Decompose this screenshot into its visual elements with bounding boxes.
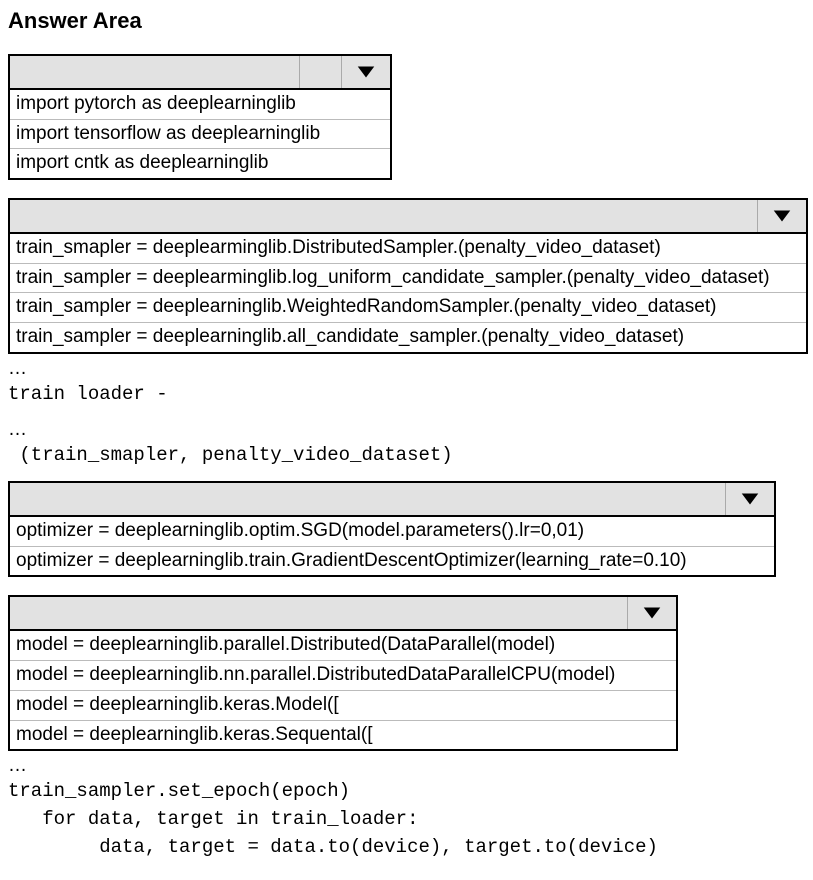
code-line: train loader - <box>8 382 805 408</box>
dropdown-3-header[interactable] <box>8 481 776 517</box>
dropdown-3-options: optimizer = deeplearninglib.optim.SGD(mo… <box>8 517 776 577</box>
dropdown-2-option[interactable]: train_sampler = deeplearminglib.log_unif… <box>10 264 806 294</box>
dropdown-header-fill <box>10 597 628 629</box>
dropdown-4-option[interactable]: model = deeplearninglib.keras.Sequental(… <box>10 721 676 750</box>
code-line: for data, target in train_loader: <box>8 807 805 833</box>
chevron-down-icon <box>355 61 377 83</box>
chevron-down-icon <box>771 205 793 227</box>
dropdown-arrow[interactable] <box>342 56 390 88</box>
dropdown-header-fill <box>10 56 300 88</box>
code-line: train_sampler.set_epoch(epoch) <box>8 779 805 805</box>
chevron-down-icon <box>641 602 663 624</box>
code-block-1: … train loader - … (train_smapler, penal… <box>8 358 805 469</box>
dropdown-header-fill <box>10 200 758 232</box>
dropdown-arrow[interactable] <box>758 200 806 232</box>
code-line: (train_smapler, penalty_video_dataset) <box>8 443 805 469</box>
dropdown-1-header[interactable] <box>8 54 392 90</box>
chevron-down-icon <box>739 488 761 510</box>
dropdown-2: train_smapler = deeplearminglib.Distribu… <box>8 198 808 354</box>
dropdown-header-seg <box>300 56 342 88</box>
dropdown-1-option[interactable]: import tensorflow as deeplearninglib <box>10 120 390 150</box>
dropdown-2-header[interactable] <box>8 198 808 234</box>
dropdown-3: optimizer = deeplearninglib.optim.SGD(mo… <box>8 481 776 577</box>
dropdown-header-fill <box>10 483 726 515</box>
dropdown-1: import pytorch as deeplearninglib import… <box>8 54 392 180</box>
dropdown-4-option[interactable]: model = deeplearninglib.parallel.Distrib… <box>10 631 676 661</box>
dropdown-1-options: import pytorch as deeplearninglib import… <box>8 90 392 180</box>
page-title: Answer Area <box>8 8 805 34</box>
dropdown-4-option[interactable]: model = deeplearninglib.nn.parallel.Dist… <box>10 661 676 691</box>
dropdown-2-option[interactable]: train_sampler = deeplearninglib.all_cand… <box>10 323 806 352</box>
dropdown-4-header[interactable] <box>8 595 678 631</box>
dropdown-2-option[interactable]: train_sampler = deeplearninglib.Weighted… <box>10 293 806 323</box>
dropdown-1-option[interactable]: import pytorch as deeplearninglib <box>10 90 390 120</box>
dropdown-4: model = deeplearninglib.parallel.Distrib… <box>8 595 678 751</box>
code-line: … <box>8 419 805 441</box>
dropdown-2-option[interactable]: train_smapler = deeplearminglib.Distribu… <box>10 234 806 264</box>
code-line: data, target = data.to(device), target.t… <box>8 835 805 861</box>
code-block-2: … train_sampler.set_epoch(epoch) for dat… <box>8 755 805 860</box>
dropdown-2-options: train_smapler = deeplearminglib.Distribu… <box>8 234 808 354</box>
dropdown-1-option[interactable]: import cntk as deeplearninglib <box>10 149 390 178</box>
dropdown-4-options: model = deeplearninglib.parallel.Distrib… <box>8 631 678 751</box>
code-line: … <box>8 755 805 777</box>
dropdown-3-option[interactable]: optimizer = deeplearninglib.train.Gradie… <box>10 547 774 576</box>
dropdown-3-option[interactable]: optimizer = deeplearninglib.optim.SGD(mo… <box>10 517 774 547</box>
dropdown-4-option[interactable]: model = deeplearninglib.keras.Model([ <box>10 691 676 721</box>
dropdown-arrow[interactable] <box>628 597 676 629</box>
code-line: … <box>8 358 805 380</box>
dropdown-arrow[interactable] <box>726 483 774 515</box>
